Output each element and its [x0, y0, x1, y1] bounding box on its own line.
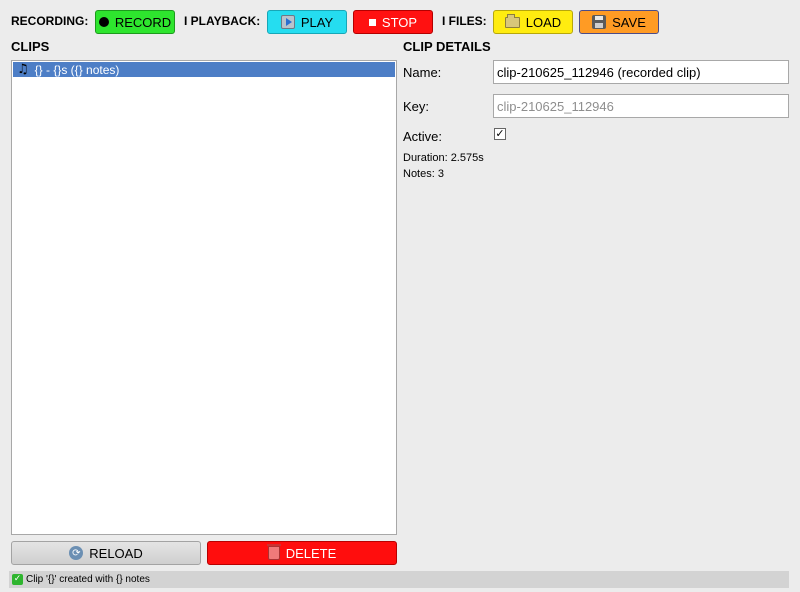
files-label: I FILES: [442, 14, 487, 28]
toolbar: RECORDING: RECORD I PLAYBACK: PLAY STOP … [0, 0, 800, 40]
clips-title: CLIPS [11, 39, 50, 54]
record-button[interactable]: RECORD [95, 10, 175, 34]
clip-item-label: {} - {}s ({} notes) [34, 62, 120, 77]
active-label: Active: [403, 129, 443, 144]
record-button-label: RECORD [114, 14, 172, 30]
play-icon [280, 15, 295, 29]
name-field-value: clip-210625_112946 (recorded clip) [497, 64, 701, 80]
delete-button[interactable]: DELETE [207, 541, 397, 565]
load-button[interactable]: LOAD [493, 10, 573, 34]
key-label: Key: [403, 99, 430, 114]
name-label: Name: [403, 65, 442, 80]
clip-list-item[interactable]: ♫ {} - {}s ({} notes) [13, 62, 395, 77]
music-note-icon: ♫ [17, 62, 29, 77]
delete-button-label: DELETE [285, 545, 337, 561]
status-message: Clip '{}' created with {} notes [26, 574, 150, 585]
status-bar: ✓ Clip '{}' created with {} notes [9, 571, 789, 588]
stop-icon [368, 18, 376, 26]
folder-icon [504, 13, 520, 28]
key-field-placeholder: clip-210625_112946 [497, 98, 614, 114]
stop-button-label: STOP [381, 14, 418, 30]
reload-button[interactable]: ⟳ RELOAD [11, 541, 201, 565]
clips-list[interactable]: ♫ {} - {}s ({} notes) [11, 60, 397, 535]
load-button-label: LOAD [525, 14, 562, 30]
clip-details-title: CLIP DETAILS [403, 39, 491, 54]
floppy-disk-icon [592, 15, 607, 29]
stop-button[interactable]: STOP [353, 10, 433, 34]
record-dot-icon [98, 17, 109, 27]
play-button-label: PLAY [300, 14, 334, 30]
key-field[interactable]: clip-210625_112946 [493, 94, 789, 118]
playback-label: I PLAYBACK: [184, 14, 261, 28]
notes-count-text: Notes: 3 [403, 168, 444, 180]
save-button[interactable]: SAVE [579, 10, 659, 34]
active-checkbox[interactable]: ✓ [494, 128, 506, 140]
duration-text: Duration: 2.575s [403, 152, 484, 164]
reload-button-label: RELOAD [89, 545, 143, 561]
play-button[interactable]: PLAY [267, 10, 347, 34]
recording-label: RECORDING: [11, 14, 89, 28]
save-button-label: SAVE [612, 14, 646, 30]
success-check-icon: ✓ [12, 574, 23, 585]
trash-icon [266, 544, 281, 560]
refresh-icon: ⟳ [69, 546, 84, 560]
name-field[interactable]: clip-210625_112946 (recorded clip) [493, 60, 789, 84]
